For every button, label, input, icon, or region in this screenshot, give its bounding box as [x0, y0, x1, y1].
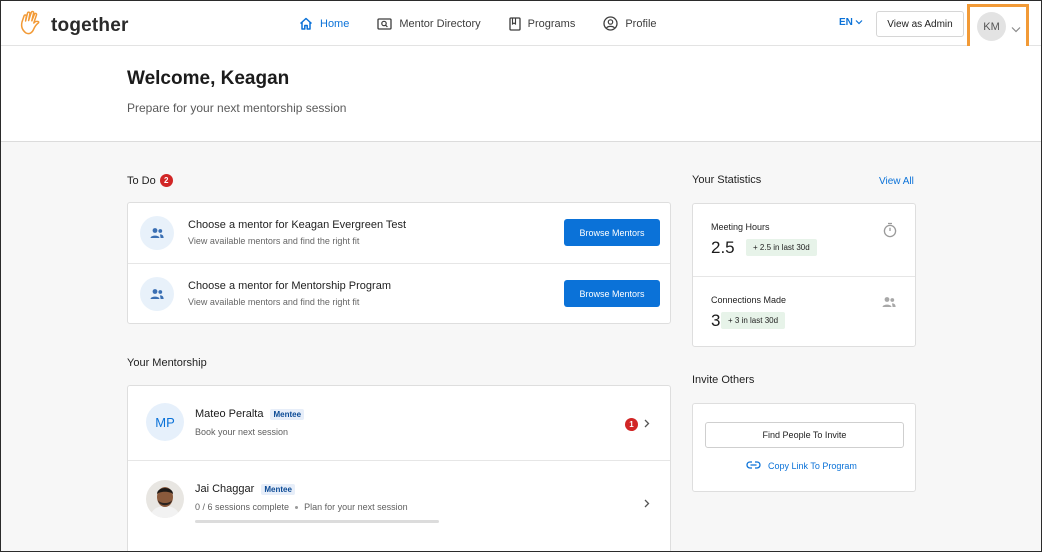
stat-value: 3 — [711, 311, 721, 330]
nav-label-profile: Profile — [625, 17, 657, 30]
profile-icon — [603, 16, 618, 31]
mentorship-row-jai[interactable]: Jai Chaggar Mentee 0 / 6 sessions comple… — [128, 460, 670, 540]
notification-badge: 1 — [625, 417, 638, 431]
todo-count-badge: 2 — [159, 174, 173, 187]
main-nav: Home Mentor Directory Programs Profile — [299, 1, 685, 46]
sessions-count: 0 / 6 sessions complete — [195, 502, 290, 512]
mentee-name: Mateo Peralta Mentee — [195, 408, 305, 420]
chevron-right-icon — [644, 415, 650, 433]
stat-delta: + 2.5 in last 30d — [746, 239, 817, 256]
invite-card: Find People To Invite Copy Link To Progr… — [692, 403, 916, 492]
app-window: together Home Mentor Directory Programs — [0, 0, 1042, 552]
browse-mentors-button[interactable]: Browse Mentors — [564, 280, 660, 307]
invite-section-title: Invite Others — [692, 374, 755, 386]
user-menu-button[interactable]: KM — [967, 4, 1029, 51]
page-subtitle: Prepare for your next mentorship session — [127, 101, 347, 115]
row-actions — [644, 495, 650, 513]
stat-meeting-hours: Meeting Hours 2.5 + 2.5 in last 30d — [693, 204, 915, 276]
chevron-right-icon — [644, 495, 650, 513]
row-actions: 1 — [625, 415, 650, 433]
stat-value: 2.5 — [711, 238, 735, 257]
todo-item-subtitle: View available mentors and find the righ… — [188, 236, 360, 246]
view-as-admin-button[interactable]: View as Admin — [876, 11, 964, 37]
logo[interactable]: together — [19, 10, 129, 41]
separator-dot — [295, 505, 299, 509]
todo-item-subtitle: View available mentors and find the righ… — [188, 297, 360, 307]
logo-text: together — [51, 14, 129, 36]
nav-item-programs[interactable]: Programs — [508, 16, 576, 31]
people-icon — [140, 216, 174, 250]
stats-section-title: Your Statistics — [692, 174, 762, 186]
stats-card: Meeting Hours 2.5 + 2.5 in last 30d Conn… — [692, 203, 916, 347]
nav-item-profile[interactable]: Profile — [603, 16, 657, 31]
todo-item: Choose a mentor for Mentorship Program V… — [128, 263, 670, 323]
copy-link-label: Copy Link To Program — [768, 461, 857, 471]
nav-item-mentor-directory[interactable]: Mentor Directory — [377, 17, 481, 30]
mentorship-section-title: Your Mentorship — [127, 357, 207, 369]
mentee-name-text: Jai Chaggar — [195, 483, 255, 495]
role-tag: Mentee — [270, 408, 305, 420]
todo-item-title: Choose a mentor for Mentorship Program — [188, 280, 391, 292]
nav-item-home[interactable]: Home — [299, 17, 349, 30]
nav-label-mentor-directory: Mentor Directory — [399, 17, 481, 30]
todo-card: Choose a mentor for Keagan Evergreen Tes… — [127, 202, 671, 324]
stat-connections-made: Connections Made 3 + 3 in last 30d — [693, 276, 915, 348]
stat-label: Connections Made — [711, 295, 787, 305]
mentor-directory-icon — [377, 17, 392, 30]
language-label: EN — [839, 17, 853, 28]
mentorship-row-mateo[interactable]: MP Mateo Peralta Mentee Book your next s… — [128, 386, 670, 460]
mentee-status: 0 / 6 sessions complete Plan for your ne… — [195, 502, 408, 512]
nav-label-programs: Programs — [527, 17, 576, 30]
avatar-photo — [146, 480, 184, 518]
stat-delta: + 3 in last 30d — [721, 312, 786, 329]
session-progress-bar — [195, 520, 439, 523]
nav-label-home: Home — [320, 17, 350, 30]
people-icon — [140, 277, 174, 311]
todo-item: Choose a mentor for Keagan Evergreen Tes… — [128, 203, 670, 263]
page-title: Welcome, Keagan — [127, 68, 290, 89]
todo-section-title: To Do 2 — [127, 174, 173, 187]
copy-link-button[interactable]: Copy Link To Program — [746, 461, 857, 471]
todo-title: To Do — [127, 174, 156, 187]
top-header: together Home Mentor Directory Programs — [1, 1, 1041, 51]
find-people-button[interactable]: Find People To Invite — [705, 422, 904, 448]
mentee-name-text: Mateo Peralta — [195, 408, 264, 420]
view-all-link[interactable]: View All — [879, 176, 914, 187]
role-tag: Mentee — [261, 483, 295, 495]
mentee-status: Book your next session — [195, 427, 289, 437]
link-icon — [746, 461, 761, 471]
browse-mentors-button[interactable]: Browse Mentors — [564, 219, 660, 246]
mentorship-card: MP Mateo Peralta Mentee Book your next s… — [127, 385, 671, 551]
chevron-down-icon — [855, 17, 863, 28]
timer-icon — [883, 222, 897, 243]
todo-item-title: Choose a mentor for Keagan Evergreen Tes… — [188, 219, 407, 231]
waving-hand-icon — [19, 10, 43, 41]
mentee-name: Jai Chaggar Mentee — [195, 483, 295, 495]
avatar: MP — [146, 403, 184, 441]
welcome-banner: Welcome, Keagan Prepare for your next me… — [1, 46, 1041, 142]
avatar: KM — [977, 12, 1006, 41]
stat-label: Meeting Hours — [711, 222, 770, 232]
home-icon — [299, 17, 313, 30]
people-icon — [881, 295, 897, 313]
chevron-down-icon — [1011, 20, 1021, 38]
plan-text: Plan for your next session — [304, 502, 408, 512]
language-selector[interactable]: EN — [839, 17, 863, 28]
book-icon — [508, 16, 521, 31]
